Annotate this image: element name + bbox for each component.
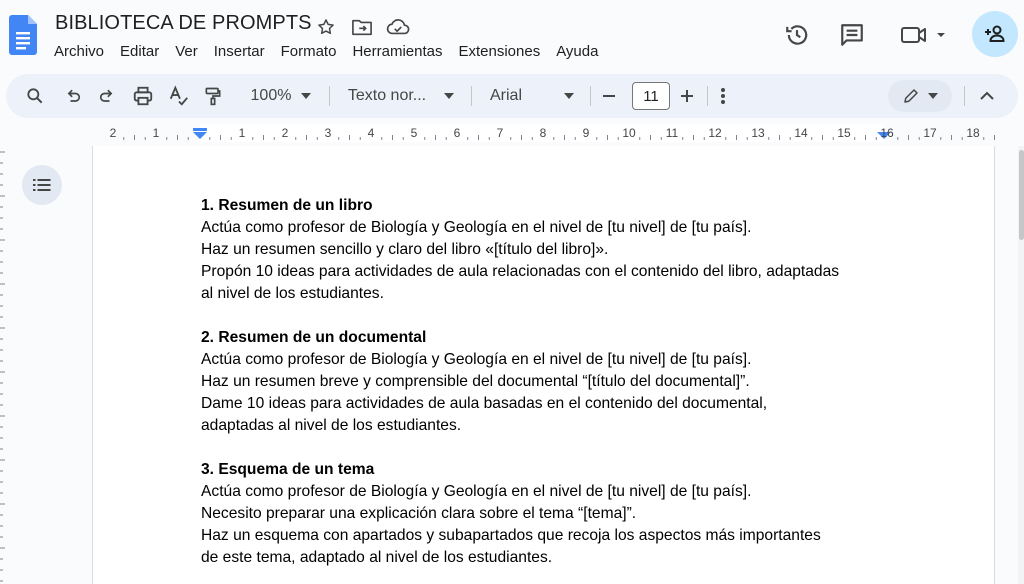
menu-archivo[interactable]: Archivo — [46, 42, 112, 62]
increase-font-size-icon[interactable] — [674, 74, 700, 118]
ruler-number: 12 — [708, 126, 722, 140]
edit-pencil-icon — [904, 89, 918, 103]
paragraph-line: Dame 10 ideas para actividades de aula b… — [201, 395, 768, 412]
section-heading: 2. Resumen de un documental — [201, 329, 427, 346]
font-size-input[interactable]: 11 — [632, 82, 670, 110]
paragraph-line: adaptadas al nivel de los estudiantes. — [201, 417, 462, 434]
document-body[interactable]: 1. Resumen de un libro Actúa como profes… — [201, 195, 901, 584]
chevron-down-icon — [928, 93, 938, 99]
search-icon[interactable] — [20, 74, 50, 118]
font-value: Arial — [489, 87, 522, 104]
paragraph-line: Haz un esquema con apartados y subaparta… — [201, 527, 821, 544]
decrease-font-size-icon[interactable] — [596, 74, 622, 118]
prompt-section: 3. Esquema de un tema Actúa como profeso… — [201, 459, 901, 569]
horizontal-ruler[interactable]: 2 1 1 2 3 4 5 6 7 8 9 10 11 12 13 14 15 … — [0, 120, 1024, 146]
left-indent-marker[interactable] — [193, 132, 207, 139]
prompt-section: 1. Resumen de un libro Actúa como profes… — [201, 195, 901, 305]
menu-ayuda[interactable]: Ayuda — [548, 42, 606, 62]
ruler-number: 6 — [453, 126, 461, 140]
undo-icon[interactable] — [58, 74, 88, 118]
paragraph-style-value: Texto nor... — [347, 87, 427, 104]
font-select[interactable]: Arial — [482, 74, 582, 118]
zoom-value: 100% — [250, 87, 292, 104]
ruler-number: 16 — [880, 126, 894, 140]
toolbar-divider — [707, 86, 708, 106]
ruler-number: 2 — [281, 126, 289, 140]
document-outline-button[interactable] — [22, 165, 62, 205]
menu-insertar[interactable]: Insertar — [206, 42, 273, 62]
document-title[interactable]: BIBLIOTECA DE PROMPTS — [55, 12, 312, 35]
ruler-number: 3 — [324, 126, 332, 140]
add-person-icon — [985, 25, 1005, 42]
paragraph-line: Propón 10 ideas para actividades de aula… — [201, 263, 840, 280]
paragraph-line: Haz un resumen sencillo y claro del libr… — [201, 241, 609, 258]
section-heading: 1. Resumen de un libro — [201, 197, 373, 214]
ruler-number: 1 — [152, 126, 160, 140]
app-header: BIBLIOTECA DE PROMPTS Archivo Editar Ver… — [0, 0, 1024, 72]
toolbar: 100% Texto nor... Arial 11 — [6, 74, 1018, 118]
prompt-section: 2. Resumen de un documental Actúa como p… — [201, 327, 901, 437]
menu-editar[interactable]: Editar — [112, 42, 167, 62]
ruler-number: 1 — [238, 126, 246, 140]
print-icon[interactable] — [128, 74, 158, 118]
ruler-number: 10 — [622, 126, 636, 140]
ruler-number: 18 — [966, 126, 980, 140]
paragraph-line: Actúa como profesor de Biología y Geolog… — [201, 483, 752, 500]
ruler-number: 9 — [582, 126, 590, 140]
ruler-number: 14 — [794, 126, 808, 140]
ruler-number: 8 — [539, 126, 547, 140]
paragraph-style-select[interactable]: Texto nor... — [338, 74, 464, 118]
toolbar-divider — [329, 86, 330, 106]
toolbar-divider — [964, 86, 965, 106]
ruler-number: 2 — [109, 126, 117, 140]
ruler-number: 13 — [751, 126, 765, 140]
spellcheck-icon[interactable] — [164, 74, 194, 118]
cloud-saved-icon[interactable] — [384, 14, 412, 40]
chevron-down-icon — [564, 93, 574, 99]
paint-format-icon[interactable] — [198, 74, 228, 118]
menu-bar: Archivo Editar Ver Insertar Formato Herr… — [46, 42, 606, 62]
collapse-icon[interactable] — [972, 74, 1002, 118]
more-vert-icon[interactable] — [710, 74, 736, 118]
menu-herramientas[interactable]: Herramientas — [344, 42, 450, 62]
editing-mode-button[interactable] — [888, 80, 952, 112]
ruler-number: 17 — [923, 126, 937, 140]
paragraph-line: de este tema, adaptado al nivel de los e… — [201, 549, 553, 566]
zoom-select[interactable]: 100% — [238, 74, 324, 118]
first-line-indent-marker[interactable] — [193, 128, 207, 131]
chevron-down-icon — [444, 93, 455, 99]
share-button[interactable] — [972, 11, 1018, 57]
ruler-number: 11 — [665, 126, 679, 140]
meet-video-icon[interactable] — [898, 20, 950, 50]
menu-ver[interactable]: Ver — [167, 42, 206, 62]
redo-icon[interactable] — [92, 74, 122, 118]
ruler-number: 15 — [837, 126, 851, 140]
paragraph-line: Necesito preparar una explicación clara … — [201, 505, 637, 522]
title-actions — [312, 14, 412, 40]
scrollbar-thumb[interactable] — [1019, 150, 1024, 240]
paragraph-line: Actúa como profesor de Biología y Geolog… — [201, 219, 752, 236]
chevron-down-icon — [301, 93, 312, 99]
docs-logo-icon[interactable] — [9, 15, 37, 55]
toolbar-divider — [471, 86, 472, 106]
menu-formato[interactable]: Formato — [273, 42, 345, 62]
comments-icon[interactable] — [835, 18, 869, 52]
outline-list-icon — [33, 179, 51, 191]
version-history-icon[interactable] — [780, 18, 814, 52]
vertical-ruler — [0, 151, 5, 582]
toolbar-divider — [590, 86, 591, 106]
paragraph-line: al nivel de los estudiantes. — [201, 285, 384, 302]
ruler-number: 7 — [496, 126, 504, 140]
paragraph-line: Actúa como profesor de Biología y Geolog… — [201, 351, 752, 368]
menu-extensiones[interactable]: Extensiones — [450, 42, 548, 62]
ruler-number: 5 — [410, 126, 418, 140]
move-to-folder-icon[interactable] — [348, 14, 376, 40]
section-heading: 3. Esquema de un tema — [201, 461, 375, 478]
star-icon[interactable] — [312, 14, 340, 40]
ruler-number: 4 — [367, 126, 375, 140]
paragraph-line: Haz un resumen breve y comprensible del … — [201, 373, 750, 390]
